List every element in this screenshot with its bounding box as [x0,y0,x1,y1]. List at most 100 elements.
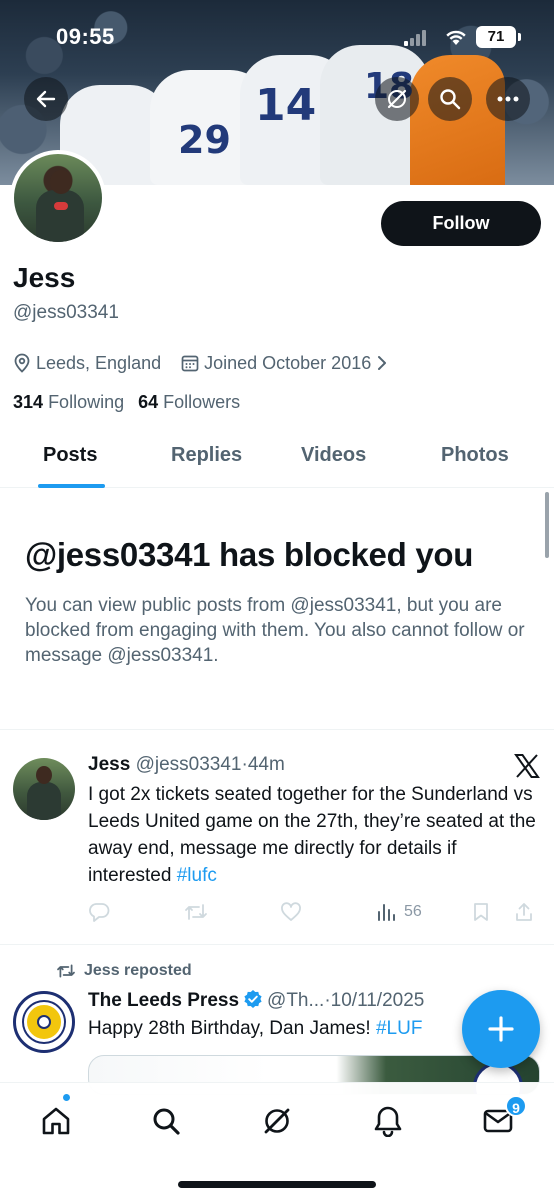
avatar-head [36,766,52,784]
post-body: I got 2x tickets seated together for the… [88,784,536,886]
views-count: 56 [404,903,422,920]
plus-icon [488,1016,514,1042]
x-logo-icon [514,754,540,778]
status-bar: 09:55 71 [0,0,554,70]
profile-meta: Leeds, England Joined October 2016 [13,350,408,376]
arrow-left-icon [36,90,56,108]
calendar-icon [181,355,199,372]
bookmark-icon [474,903,488,921]
post[interactable]: Jess @jess03341·44m I got 2x tickets sea… [0,730,554,944]
bell-icon [374,1106,402,1137]
messages-badge: 9 [505,1095,527,1117]
bookmark-button[interactable] [472,902,490,922]
grok-button[interactable] [375,77,419,121]
avatar-badge [54,202,68,210]
blocked-title: @jess03341 has blocked you [25,536,474,573]
tab-videos[interactable]: Videos [301,444,366,467]
active-tab-indicator [38,484,105,488]
tab-replies[interactable]: Replies [171,444,242,467]
reposted-by[interactable]: Jess reposted [84,962,192,980]
home-icon [42,1107,70,1135]
reply-icon [89,903,110,922]
joined-text: Joined October 2016 [204,352,372,373]
repost-body: Happy 28th Birthday, Dan James! [88,1018,376,1039]
tab-photos[interactable]: Photos [441,444,509,467]
grok-icon [387,89,407,109]
follow-button[interactable]: Follow [381,201,541,246]
nav-grok[interactable] [257,1103,297,1139]
leeds-press-avatar[interactable] [13,991,75,1053]
post-text: I got 2x tickets seated together for the… [88,781,538,889]
post-hashtag[interactable]: #lufc [177,865,217,886]
repost-author-handle[interactable]: @Th... [267,990,324,1011]
search-icon [153,1108,180,1135]
home-indicator[interactable] [178,1181,376,1188]
avatar-emblem [24,1002,64,1042]
back-button[interactable] [24,77,68,121]
repost-author-name[interactable]: The Leeds Press [88,990,239,1011]
more-options-button[interactable] [486,77,530,121]
repost-icon [57,964,75,978]
grok-icon [264,1108,290,1134]
repost-indicator: Jess reposted [56,962,192,980]
verified-badge-icon [244,990,262,1008]
repost-button[interactable] [184,902,208,922]
post-author-handle[interactable]: @jess03341 [136,754,242,775]
home-notification-dot [62,1093,71,1102]
followers-label: Followers [163,392,241,412]
share-icon [516,903,532,921]
blocked-message: You can view public posts from @jess0334… [25,595,525,666]
following-label: Following [48,392,125,412]
profile-handle: @jess03341 [13,302,119,323]
banner-goalkeeper [410,55,505,185]
followers-count: 64 [138,392,159,412]
followers-link[interactable]: 64 Followers [138,392,240,413]
profile-tabs: Posts Replies Videos Photos [0,430,554,488]
more-horizontal-icon [497,96,519,102]
views-button[interactable]: 56 [376,902,422,922]
post-actions: 56 [88,902,538,926]
nav-notifications[interactable] [368,1103,408,1139]
views-chart-icon [378,904,395,921]
share-button[interactable] [514,902,534,922]
profile-name: Jess [13,262,76,293]
following-count: 314 [13,392,44,412]
compose-button[interactable] [462,990,540,1068]
status-time: 09:55 [56,24,115,49]
avatar-head [50,170,72,194]
location-pin-icon [14,353,30,373]
following-link[interactable]: 314 Following [13,392,124,413]
nav-search[interactable] [146,1103,186,1139]
jersey-number: 29 [178,118,231,162]
post-header: Jess @jess03341·44m [88,754,285,776]
rose-emblem [37,1015,51,1029]
search-icon [440,89,461,110]
avatar-figure [27,782,61,820]
wifi-icon [446,30,466,45]
post-author-avatar[interactable] [13,758,75,820]
repost-icon [185,904,207,920]
profile-avatar[interactable] [10,150,106,246]
reply-button[interactable] [88,902,110,922]
repost-text: Happy 28th Birthday, Dan James! #LUF [88,1018,422,1040]
heart-icon [281,902,301,921]
like-button[interactable] [280,902,302,922]
jersey-number: 14 [255,80,317,131]
tab-posts[interactable]: Posts [43,444,97,467]
cellular-signal-icon [404,30,426,46]
search-button[interactable] [428,77,472,121]
nav-home[interactable] [36,1103,76,1139]
location-text: Leeds, England [36,352,162,373]
battery-indicator: 71 [476,26,521,48]
post-time: 44m [247,754,285,775]
scrollbar[interactable] [545,492,549,558]
joined-item[interactable]: Joined October 2016 [181,353,388,374]
post-author-name[interactable]: Jess [88,754,130,775]
repost-date: 10/11/2025 [330,990,425,1011]
avatar-figure [36,190,84,242]
follow-counts: 314 Following 64 Followers [13,392,240,413]
location-item: Leeds, England [13,353,161,374]
chevron-right-icon [378,356,387,370]
repost-hashtag[interactable]: #LUF [376,1018,422,1039]
repost-header: The Leeds Press @Th...·10/11/2025 [88,989,424,1012]
